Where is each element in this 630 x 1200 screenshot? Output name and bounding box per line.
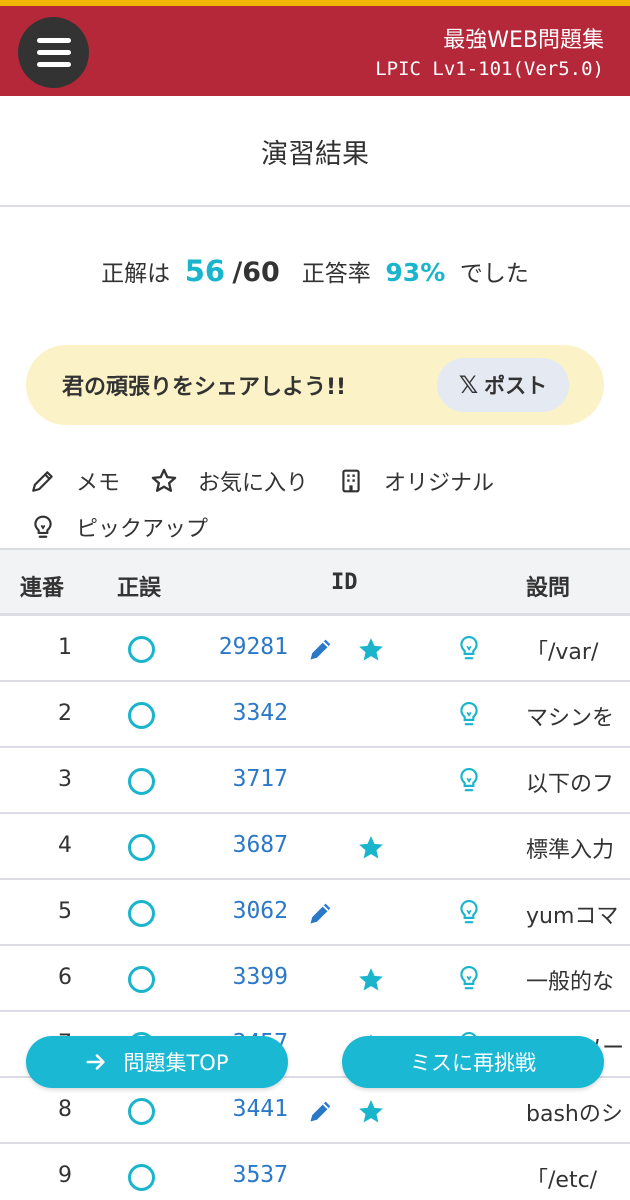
question-text[interactable]: 一般的な bbox=[526, 964, 630, 996]
legend-pickup-label: ピックアップ bbox=[76, 517, 209, 542]
correct-circle-icon bbox=[128, 768, 155, 795]
hamburger-menu-button[interactable] bbox=[18, 17, 89, 88]
memo-pencil-icon bbox=[307, 1097, 335, 1131]
row-number: 5 bbox=[58, 899, 72, 924]
question-text[interactable]: 標準入力 bbox=[526, 832, 630, 864]
table-row: 4 3687 標準入力 bbox=[0, 814, 630, 880]
question-id-link[interactable]: 3441 bbox=[190, 1096, 288, 1122]
retry-mistakes-label: ミスに再挑戦 bbox=[410, 1051, 536, 1075]
header-bar: 最強WEB問題集 LPIC Lv1-101(Ver5.0) bbox=[0, 6, 630, 96]
site-title[interactable]: 最強WEB問題集 bbox=[443, 22, 604, 54]
star-outline-icon bbox=[151, 468, 177, 492]
header-no: 連番 bbox=[20, 576, 65, 601]
correct-count: 56 bbox=[184, 254, 226, 288]
retry-mistakes-button[interactable]: ミスに再挑戦 bbox=[342, 1036, 604, 1088]
score-suffix: でした bbox=[459, 261, 529, 287]
table-row: 3 3717 以下のフ bbox=[0, 748, 630, 814]
row-number: 3 bbox=[58, 767, 72, 792]
correct-circle-icon bbox=[128, 1164, 155, 1191]
legend-favorite: お気に入り bbox=[150, 465, 308, 497]
question-set-top-label: 問題集TOP bbox=[123, 1051, 229, 1075]
row-number: 9 bbox=[58, 1163, 72, 1188]
question-text[interactable]: 以下のフ bbox=[526, 766, 630, 798]
lightbulb-icon bbox=[34, 515, 52, 538]
row-number: 2 bbox=[58, 701, 72, 726]
menu-icon-bar bbox=[36, 62, 71, 67]
rate-label: 正答率 bbox=[301, 261, 371, 287]
legend-pickup: ピックアップ bbox=[30, 511, 208, 543]
pickup-lightbulb-icon bbox=[456, 766, 482, 802]
menu-icon-bar bbox=[36, 38, 71, 43]
row-number: 4 bbox=[58, 833, 72, 858]
question-id-link[interactable]: 3062 bbox=[190, 898, 288, 924]
pickup-lightbulb-icon bbox=[456, 898, 482, 934]
x-post-button[interactable]: 𝕏 ポスト bbox=[437, 358, 569, 412]
pickup-lightbulb-icon bbox=[456, 634, 482, 670]
row-number: 8 bbox=[58, 1097, 72, 1122]
question-id-link[interactable]: 29281 bbox=[190, 634, 288, 660]
favorite-star-icon bbox=[356, 965, 386, 1001]
table-row: 2 3342 マシンを bbox=[0, 682, 630, 748]
page-title: 演習結果 bbox=[261, 139, 369, 170]
correct-rate: 93% bbox=[385, 258, 446, 287]
pencil-icon bbox=[32, 471, 53, 492]
question-text[interactable]: 「/var/ bbox=[526, 634, 630, 666]
question-id-link[interactable]: 3537 bbox=[190, 1162, 288, 1188]
question-text[interactable]: bashのシ bbox=[526, 1096, 630, 1128]
score-prefix: 正解は bbox=[101, 261, 171, 287]
menu-icon-bar bbox=[36, 50, 71, 55]
table-row: 6 3399 一般的な bbox=[0, 946, 630, 1012]
correct-circle-icon bbox=[128, 636, 155, 663]
correct-circle-icon bbox=[128, 900, 155, 927]
share-banner: 君の頑張りをシェアしよう!! 𝕏 ポスト bbox=[26, 345, 604, 425]
divider bbox=[0, 205, 630, 207]
question-id-link[interactable]: 3342 bbox=[190, 700, 288, 726]
favorite-star-icon bbox=[356, 1097, 386, 1133]
question-text[interactable]: 「/etc/ bbox=[526, 1162, 630, 1194]
pickup-lightbulb-icon bbox=[456, 964, 482, 1000]
share-message: 君の頑張りをシェアしよう!! bbox=[62, 375, 347, 400]
icon-legend: メモ お気に入り オリジナル ピックアップ bbox=[30, 458, 620, 550]
favorite-star-icon bbox=[356, 833, 386, 869]
header-result: 正誤 bbox=[117, 576, 162, 601]
question-set-top-button[interactable]: 問題集TOP bbox=[26, 1036, 288, 1088]
score-summary: 正解は 56 /60 正答率 93% でした bbox=[0, 254, 630, 288]
header-id: ID bbox=[331, 570, 358, 595]
total-count: /60 bbox=[232, 257, 280, 288]
table-row: 1 29281 「/var/ bbox=[0, 616, 630, 682]
question-text[interactable]: マシンを bbox=[526, 700, 630, 732]
table-row: 9 3537 「/etc/ bbox=[0, 1144, 630, 1200]
pickup-lightbulb-icon bbox=[456, 700, 482, 736]
post-label: ポスト bbox=[484, 374, 548, 398]
building-icon bbox=[342, 469, 360, 493]
results-table-header: 連番 正誤 ID 設問 bbox=[0, 548, 630, 616]
correct-circle-icon bbox=[128, 702, 155, 729]
x-logo-icon: 𝕏 bbox=[458, 371, 479, 399]
legend-memo: メモ bbox=[30, 465, 120, 497]
table-row: 5 3062 yumコマ bbox=[0, 880, 630, 946]
row-number: 6 bbox=[58, 965, 72, 990]
memo-pencil-icon bbox=[307, 899, 335, 933]
question-text[interactable]: yumコマ bbox=[526, 898, 630, 930]
favorite-star-icon bbox=[356, 635, 386, 671]
legend-original-label: オリジナル bbox=[384, 471, 495, 496]
legend-favorite-label: お気に入り bbox=[198, 471, 309, 496]
question-id-link[interactable]: 3687 bbox=[190, 832, 288, 858]
correct-circle-icon bbox=[128, 834, 155, 861]
legend-original: オリジナル bbox=[338, 465, 494, 497]
legend-memo-label: メモ bbox=[76, 471, 121, 496]
memo-pencil-icon bbox=[307, 635, 335, 669]
question-id-link[interactable]: 3399 bbox=[190, 964, 288, 990]
arrow-right-icon bbox=[86, 1054, 106, 1070]
header-question: 設問 bbox=[526, 576, 571, 601]
correct-circle-icon bbox=[128, 966, 155, 993]
row-number: 1 bbox=[58, 635, 72, 660]
question-id-link[interactable]: 3717 bbox=[190, 766, 288, 792]
site-subtitle: LPIC Lv1-101(Ver5.0) bbox=[375, 58, 604, 80]
correct-circle-icon bbox=[128, 1098, 155, 1125]
